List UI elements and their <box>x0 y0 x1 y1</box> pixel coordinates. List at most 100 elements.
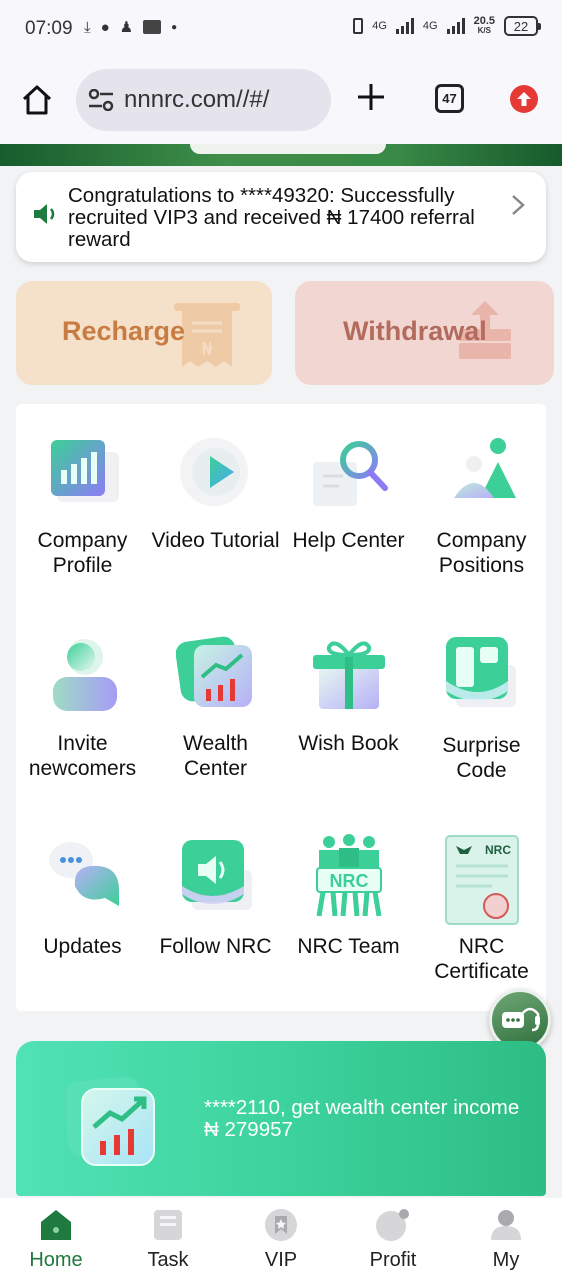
wealth-banner-line1: ****2110, get wealth center income <box>204 1096 520 1119</box>
grid-item-wish-book[interactable]: Wish Book <box>282 607 415 797</box>
chat-bubbles-icon <box>49 842 119 906</box>
signal-2-label: 4G <box>422 20 438 32</box>
more-dot-icon: ● <box>171 21 178 33</box>
gift-icon <box>313 641 385 709</box>
nav-profit-label: Profit <box>369 1249 417 1271</box>
status-right: 4G 4G 20.5 K/S 22 <box>353 16 541 36</box>
top-banner-strip <box>0 144 562 166</box>
grid-item-surprise-code[interactable]: Surprise Code <box>415 607 548 797</box>
nav-task-label: Task <box>147 1249 189 1271</box>
vibrate-icon <box>353 18 364 34</box>
profit-icon <box>376 1209 409 1241</box>
wealth-banner-text: ****2110, get wealth center income ₦ 279… <box>204 1097 519 1141</box>
team-icon: NRC <box>316 834 382 917</box>
wish-book-label: Wish Book <box>298 732 399 755</box>
grid-item-wealth-center[interactable]: Wealth Center <box>149 607 282 797</box>
grid-item-company-positions[interactable]: Company Positions <box>415 404 548 594</box>
nav-home[interactable]: Home <box>0 1198 112 1280</box>
grid-item-nrc-team[interactable]: NRC NRC Team <box>282 810 415 1000</box>
battery-icon: 22 <box>504 16 541 36</box>
arrow-up-icon <box>517 92 531 106</box>
wealth-banner-line2: ₦ 279957 <box>204 1118 293 1141</box>
notice-card[interactable]: Congratulations to ****49320: Successful… <box>16 172 546 262</box>
status-bar: 07:09 ⤓ ● ♟ ● 4G 4G 20.5 K/S 22 <box>0 0 562 58</box>
speaker-box-icon <box>182 840 252 910</box>
company-profile-icon <box>51 440 119 502</box>
surprise-code-label: Surprise Code <box>442 734 521 782</box>
status-time: 07:09 <box>25 18 73 39</box>
help-center-label: Help Center <box>292 529 405 552</box>
grid-item-help-center[interactable]: Help Center <box>282 404 415 594</box>
site-settings-icon[interactable] <box>88 89 114 111</box>
grid-item-invite-newcomers[interactable]: Invite newcomers <box>16 607 149 797</box>
nav-vip-label: VIP <box>264 1249 298 1271</box>
svg-text:₦: ₦ <box>201 339 213 360</box>
nav-vip[interactable]: VIP <box>225 1198 337 1280</box>
grid-item-video-tutorial[interactable]: Video Tutorial <box>149 404 282 594</box>
invite-user-icon <box>53 639 117 711</box>
banner-tab <box>190 144 386 154</box>
magnifier-icon <box>313 441 388 506</box>
growth-chart-icon <box>176 636 252 707</box>
tab-switcher-button[interactable]: 47 <box>435 84 464 113</box>
bottom-navigation: Home Task VIP Profit My <box>0 1198 562 1280</box>
headset-chat-icon <box>502 1007 540 1032</box>
home-icon[interactable] <box>20 83 54 117</box>
app-notification-icon <box>143 20 162 34</box>
surprise-code-icon <box>446 637 516 707</box>
download-icon: ⤓ <box>84 18 91 36</box>
people-icon <box>454 438 516 498</box>
grid-item-updates[interactable]: Updates <box>16 810 149 1000</box>
company-profile-label: Company Profile <box>37 529 128 577</box>
battery-level: 22 <box>513 18 529 34</box>
wealth-growth-icon <box>66 1076 155 1166</box>
signal-2-icon <box>446 18 465 34</box>
net-speed: 20.5 K/S <box>474 16 495 36</box>
signal-1-icon <box>395 18 414 34</box>
feature-grid: Company Profile Video Tutorial Help Cent… <box>16 404 546 1011</box>
play-icon <box>180 438 248 506</box>
nav-task[interactable]: Task <box>112 1198 224 1280</box>
chess-piece-icon: ♟ <box>119 19 134 36</box>
invite-newcomers-label: Invite newcomers <box>28 732 137 780</box>
vip-badge-icon <box>265 1209 297 1241</box>
net-speed-unit: K/S <box>477 26 491 35</box>
nrc-cert-text: NRC <box>485 843 511 857</box>
net-speed-value: 20.5 <box>473 15 495 27</box>
task-clipboard-icon <box>154 1210 182 1240</box>
browser-toolbar: nnnrc.com//#/ 47 <box>0 58 562 144</box>
nav-profit[interactable]: Profit <box>337 1198 449 1280</box>
home-nav-icon <box>41 1210 71 1240</box>
new-tab-icon[interactable] <box>356 82 386 112</box>
follow-nrc-label: Follow NRC <box>159 935 272 958</box>
notice-text: Congratulations to ****49320: Successful… <box>68 184 475 251</box>
grid-item-follow-nrc[interactable]: Follow NRC <box>149 810 282 1000</box>
wealth-center-label: Wealth Center <box>183 732 248 780</box>
nav-my-label: My <box>492 1249 520 1271</box>
withdrawal-label: Withdrawal <box>343 316 487 346</box>
video-tutorial-label: Video Tutorial <box>151 529 280 552</box>
tab-count: 47 <box>442 91 457 106</box>
withdrawal-button[interactable]: Withdrawal <box>295 281 554 385</box>
grid-item-nrc-certificate[interactable]: NRC NRC Certificate <box>415 810 548 1000</box>
recharge-label: Recharge <box>62 316 186 346</box>
nrc-certificate-label: NRC Certificate <box>434 935 529 983</box>
nav-my[interactable]: My <box>450 1198 562 1280</box>
recharge-button[interactable]: ₦ Recharge <box>16 281 272 385</box>
chat-bubble-icon: ● <box>100 18 110 36</box>
chevron-right-icon[interactable] <box>510 194 526 216</box>
update-button[interactable] <box>510 85 538 113</box>
address-bar[interactable]: nnnrc.com//#/ <box>76 69 331 131</box>
speaker-icon <box>34 204 55 224</box>
company-positions-label: Company Positions <box>436 529 527 577</box>
nrc-team-label: NRC Team <box>297 935 400 958</box>
updates-label: Updates <box>43 935 122 958</box>
signal-1-label: 4G <box>372 20 387 32</box>
app-screen: 07:09 ⤓ ● ♟ ● 4G 4G 20.5 K/S 22 nnnrc.co… <box>0 0 562 1280</box>
user-profile-icon <box>491 1210 521 1240</box>
certificate-icon: NRC <box>445 835 519 925</box>
url-text: nnnrc.com//#/ <box>124 86 270 113</box>
notification-icons: ⤓ ● ♟ ● <box>84 18 178 37</box>
grid-item-company-profile[interactable]: Company Profile <box>16 404 149 594</box>
wealth-income-banner[interactable]: ****2110, get wealth center income ₦ 279… <box>16 1041 546 1196</box>
